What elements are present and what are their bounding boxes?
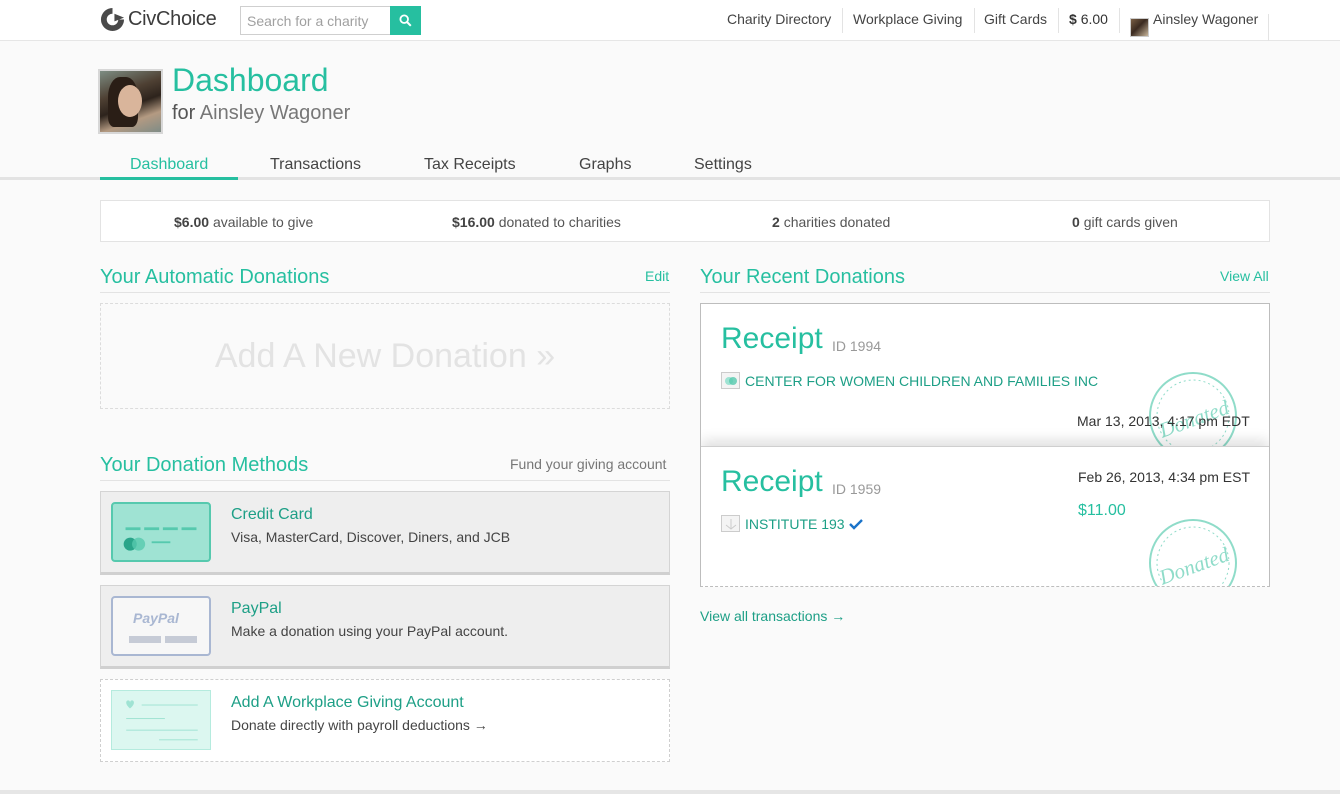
method-description: Donate directly with payroll deductions … — [231, 717, 488, 733]
automatic-donations-title: Your Automatic Donations — [100, 266, 330, 288]
tab-transactions[interactable]: Transactions — [270, 156, 361, 174]
receipt-id: ID 1994 — [832, 338, 882, 354]
account-balance[interactable]: $ 6.00 — [1069, 11, 1108, 27]
user-avatar — [1130, 18, 1149, 37]
tab-graphs[interactable]: Graphs — [579, 156, 631, 174]
nav-divider — [842, 8, 843, 33]
charity-name: CENTER FOR WOMEN CHILDREN AND FAMILIES I… — [745, 372, 1099, 389]
receipt-id: ID 1959 — [832, 481, 882, 497]
page-subtitle: for Ainsley Wagoner — [172, 102, 350, 125]
donated-stamp-icon: Donated — [1149, 519, 1237, 587]
balance-symbol: $ — [1069, 11, 1077, 27]
nav-divider — [974, 8, 975, 33]
credit-card-icon — [111, 502, 211, 562]
paypal-card-icon: PayPal — [111, 596, 211, 656]
page-title: Dashboard — [172, 62, 329, 98]
charity-logo-icon — [721, 515, 740, 532]
donation-methods-title: Your Donation Methods — [100, 454, 309, 476]
receipt-card[interactable]: Receipt ID 1959 INSTITUTE 193 Feb 26, 20… — [701, 446, 1269, 587]
footer-divider — [0, 790, 1340, 794]
recent-donations-title: Your Recent Donations — [700, 266, 905, 288]
user-menu[interactable]: Ainsley Wagoner — [1130, 11, 1258, 37]
balance-value: 6.00 — [1080, 11, 1108, 27]
fund-account-link[interactable]: Fund your giving account — [510, 456, 666, 472]
search-input[interactable] — [240, 6, 390, 35]
search-icon — [399, 14, 412, 27]
view-all-transactions-link[interactable]: View all transactions → — [700, 608, 845, 624]
stats-bar: $6.00 available to give $16.00 donated t… — [100, 200, 1270, 242]
nav-workplace-giving[interactable]: Workplace Giving — [853, 11, 962, 27]
civchoice-logo-icon — [100, 7, 125, 32]
method-paypal[interactable]: PayPal PayPal Make a donation using your… — [100, 585, 670, 669]
tab-tax-receipts[interactable]: Tax Receipts — [424, 156, 516, 174]
method-description: Make a donation using your PayPal accoun… — [231, 623, 509, 639]
section-divider — [100, 292, 670, 293]
section-divider — [100, 480, 670, 481]
view-all-link[interactable]: View All — [1220, 268, 1269, 284]
section-divider — [700, 292, 1270, 293]
tab-dashboard[interactable]: Dashboard — [130, 156, 208, 174]
tab-settings[interactable]: Settings — [694, 156, 752, 174]
charity-name: INSTITUTE 193 — [745, 515, 845, 532]
receipts-stack: Receipt ID 1994 CENTER FOR WOMEN CHILDRE… — [700, 303, 1270, 587]
charity-logo-icon — [721, 372, 740, 389]
method-credit-card[interactable]: Credit Card Visa, MasterCard, Discover, … — [100, 491, 670, 575]
receipt-charity-link[interactable]: INSTITUTE 193 — [721, 515, 863, 532]
svg-text:Donated: Donated — [1155, 542, 1233, 587]
edit-link[interactable]: Edit — [645, 268, 669, 284]
method-title: PayPal — [231, 600, 282, 617]
receipt-charity-link[interactable]: CENTER FOR WOMEN CHILDREN AND FAMILIES I… — [721, 372, 1098, 389]
receipt-amount: $11.00 — [1078, 502, 1126, 519]
logo[interactable]: CivChoice — [100, 7, 217, 32]
stat-gift-cards: 0 gift cards given — [1072, 214, 1178, 230]
nav-divider — [1119, 8, 1120, 33]
add-new-donation-button[interactable]: Add A New Donation » — [100, 303, 670, 409]
stat-donated: $16.00 donated to charities — [452, 214, 621, 230]
stat-charities: 2 charities donated — [772, 214, 891, 230]
workplace-check-icon — [111, 690, 211, 750]
method-description: Visa, MasterCard, Discover, Diners, and … — [231, 529, 511, 545]
receipt-card[interactable]: Receipt ID 1994 CENTER FOR WOMEN CHILDRE… — [701, 304, 1269, 460]
subtitle-prefix: for — [172, 102, 196, 124]
nav-divider — [1058, 8, 1059, 33]
method-workplace-giving[interactable]: Add A Workplace Giving Account Donate di… — [100, 679, 670, 762]
verified-check-icon — [848, 518, 863, 530]
subtitle-name: Ainsley Wagoner — [199, 102, 351, 124]
user-name: Ainsley Wagoner — [1153, 11, 1259, 27]
method-title: Credit Card — [231, 506, 313, 523]
receipt-title: Receipt — [721, 322, 823, 355]
profile-photo — [98, 69, 163, 134]
method-title: Add A Workplace Giving Account — [231, 694, 464, 711]
receipt-date: Mar 13, 2013, 4:17 pm EDT — [1077, 413, 1250, 429]
brand-name: CivChoice — [128, 8, 217, 30]
search-button[interactable] — [390, 6, 421, 35]
stat-available: $6.00 available to give — [174, 214, 314, 230]
receipt-date: Feb 26, 2013, 4:34 pm EST — [1078, 469, 1250, 485]
nav-charity-directory[interactable]: Charity Directory — [727, 11, 831, 27]
nav-divider — [1268, 14, 1269, 41]
top-bar: CivChoice Charity Directory Workplace Gi… — [0, 0, 1340, 41]
receipt-title: Receipt — [721, 465, 823, 498]
active-tab-indicator — [100, 177, 238, 180]
nav-gift-cards[interactable]: Gift Cards — [984, 11, 1047, 27]
